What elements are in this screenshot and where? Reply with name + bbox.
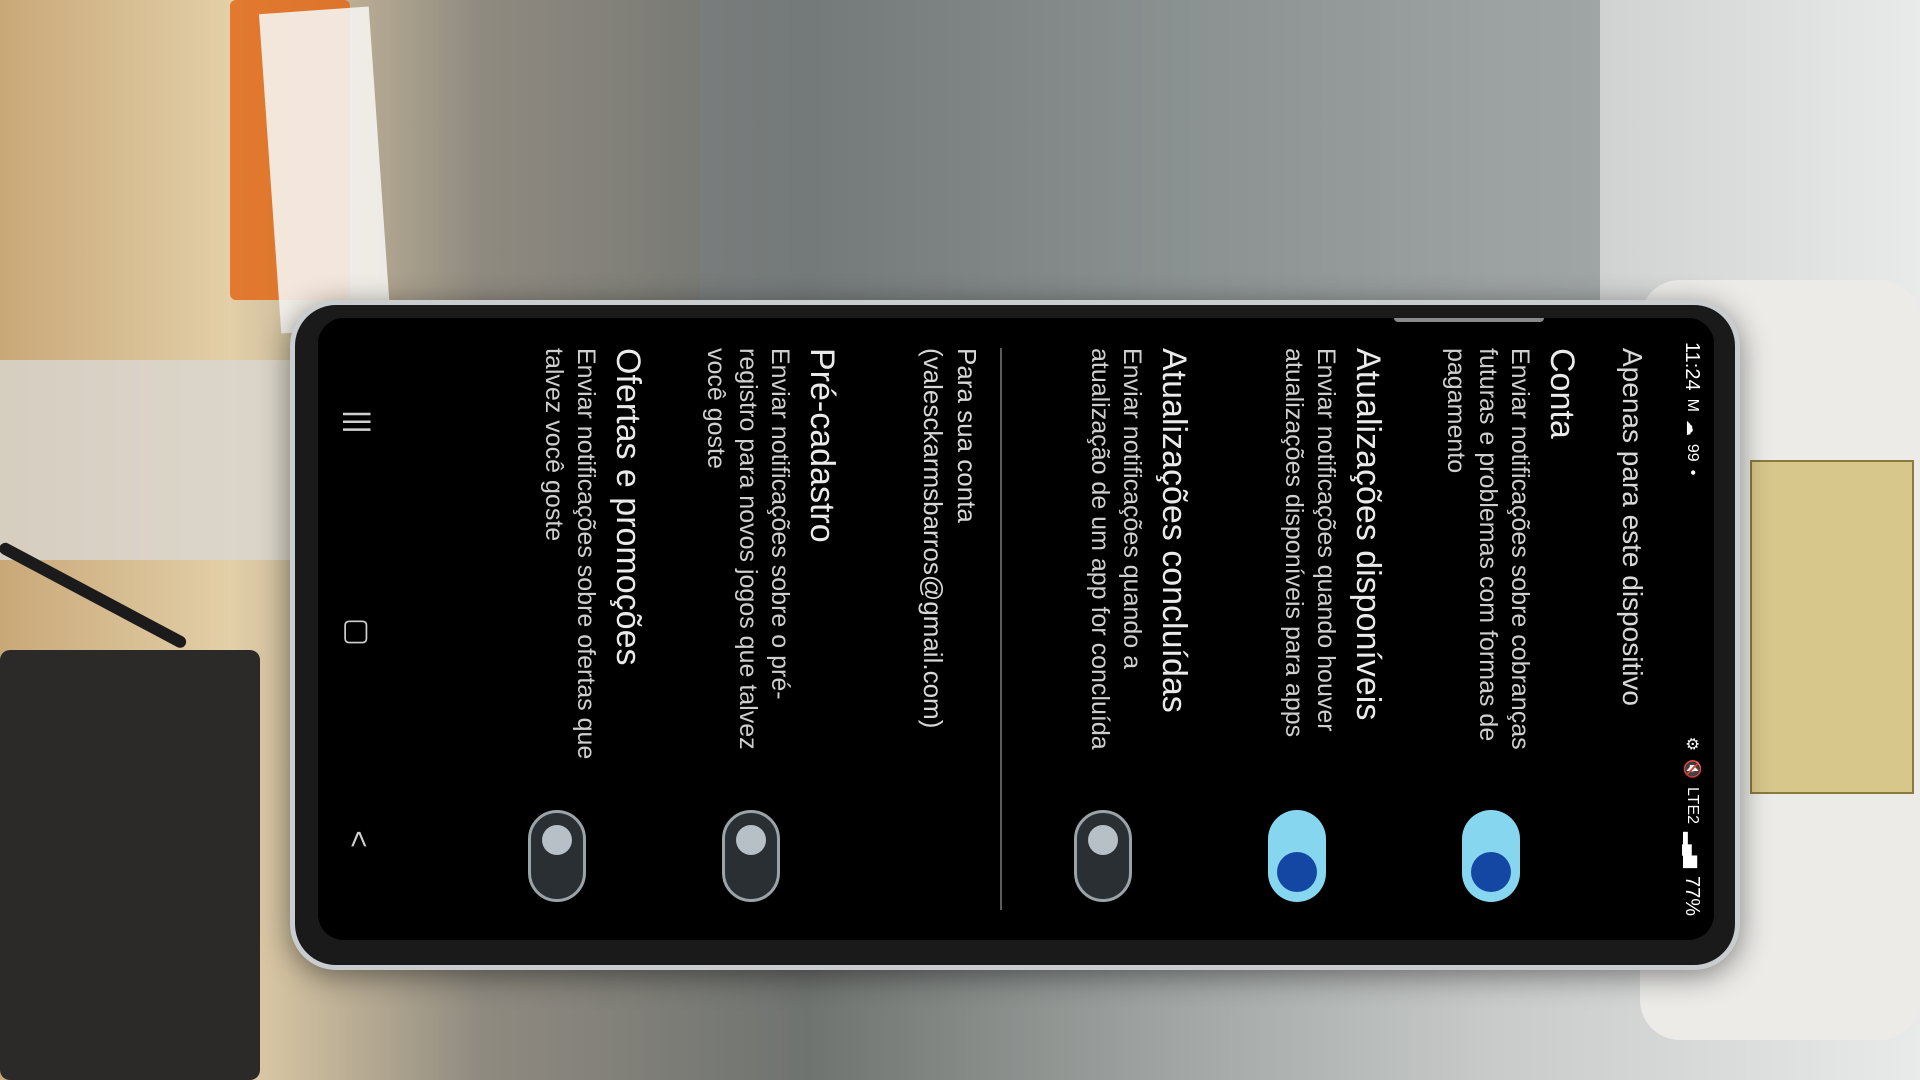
setting-row-conta[interactable]: Conta Enviar notificações sobre cobrança…	[1400, 318, 1582, 940]
background-paper	[258, 6, 392, 334]
scroll-indicator	[1394, 318, 1544, 322]
setting-description: Enviar notificações quando a atualização…	[1086, 348, 1146, 750]
background-warning-label	[1750, 460, 1914, 794]
setting-description: Enviar notificações quando houver atuali…	[1280, 348, 1340, 738]
setting-title: Conta	[1543, 348, 1581, 439]
section-divider	[1000, 348, 1002, 910]
setting-title: Atualizações concluídas	[1155, 348, 1193, 713]
status-bar: 11:24 M ☁ 99 • ⚙ 🔇 LTE2 ▂▄▆ 77%	[1670, 318, 1714, 940]
notification-count-icon: 99	[1684, 443, 1701, 462]
cloud-icon: ☁	[1683, 419, 1700, 436]
signal-icon: ▂▄▆	[1683, 832, 1700, 868]
setting-title: Atualizações disponíveis	[1349, 348, 1387, 721]
toggle-knob	[542, 825, 572, 855]
toggle-atualizacoes-concluidas[interactable]	[1074, 810, 1132, 902]
toggle-pre-cadastro[interactable]	[722, 810, 780, 902]
toggle-knob	[1277, 852, 1317, 892]
status-right: ⚙ 🔇 LTE2 ▂▄▆ 77%	[1681, 737, 1704, 916]
toggle-knob	[736, 825, 766, 855]
recents-button[interactable]: |||	[341, 410, 375, 433]
setting-row-pre-cadastro[interactable]: Pré-cadastro Enviar notificações sobre o…	[660, 318, 842, 940]
toggle-conta[interactable]	[1462, 810, 1520, 902]
setting-description: Enviar notificações sobre cobranças futu…	[1442, 348, 1534, 750]
navigation-bar: ||| ▢ <	[318, 318, 398, 940]
setting-row-atualizacoes-concluidas[interactable]: Atualizações concluídas Enviar notificaç…	[1012, 318, 1194, 940]
back-button[interactable]: <	[341, 830, 375, 848]
battery-level: 77%	[1681, 875, 1704, 916]
account-email: (valesckarmsbarros@gmail.com)	[918, 348, 948, 729]
phone-screen: 11:24 M ☁ 99 • ⚙ 🔇 LTE2 ▂▄▆ 77% Apenas p…	[318, 318, 1714, 940]
notification-settings-page: 11:24 M ☁ 99 • ⚙ 🔇 LTE2 ▂▄▆ 77% Apenas p…	[318, 318, 1714, 940]
background-shelf	[0, 360, 300, 560]
setting-description: Enviar notificações sobre o pré-registro…	[702, 348, 794, 750]
toggle-ofertas-promocoes[interactable]	[528, 810, 586, 902]
account-section-title: Para sua conta	[952, 348, 982, 523]
status-left: 11:24 M ☁ 99 •	[1681, 342, 1704, 475]
account-section-header: Para sua conta (valesckarmsbarros@gmail.…	[854, 318, 984, 940]
home-button[interactable]: ▢	[341, 618, 376, 646]
gmail-icon: M	[1684, 398, 1701, 412]
toggle-atualizacoes-disponiveis[interactable]	[1268, 810, 1326, 902]
setting-row-atualizacoes-disponiveis[interactable]: Atualizações disponíveis Enviar notifica…	[1206, 318, 1388, 940]
toggle-knob	[1088, 825, 1118, 855]
lte-icon: LTE2	[1684, 786, 1701, 825]
background-dark-object	[0, 650, 260, 1080]
toggle-knob	[1471, 852, 1511, 892]
setting-row-ofertas-promocoes[interactable]: Ofertas e promoções Enviar notificações …	[466, 318, 648, 940]
setting-title: Ofertas e promoções	[609, 348, 647, 666]
section-header-device: Apenas para este dispositivo	[1617, 348, 1648, 706]
dot-icon: •	[1684, 469, 1701, 476]
setting-description: Enviar notificações sobre ofertas que ta…	[540, 348, 600, 760]
background-window	[700, 0, 1600, 300]
settings-status-icon: ⚙	[1683, 736, 1700, 752]
mute-icon: 🔇	[1683, 759, 1700, 779]
status-time: 11:24	[1681, 342, 1704, 391]
settings-list[interactable]: Apenas para este dispositivo Conta Envia…	[466, 318, 1662, 940]
setting-title: Pré-cadastro	[803, 348, 841, 543]
